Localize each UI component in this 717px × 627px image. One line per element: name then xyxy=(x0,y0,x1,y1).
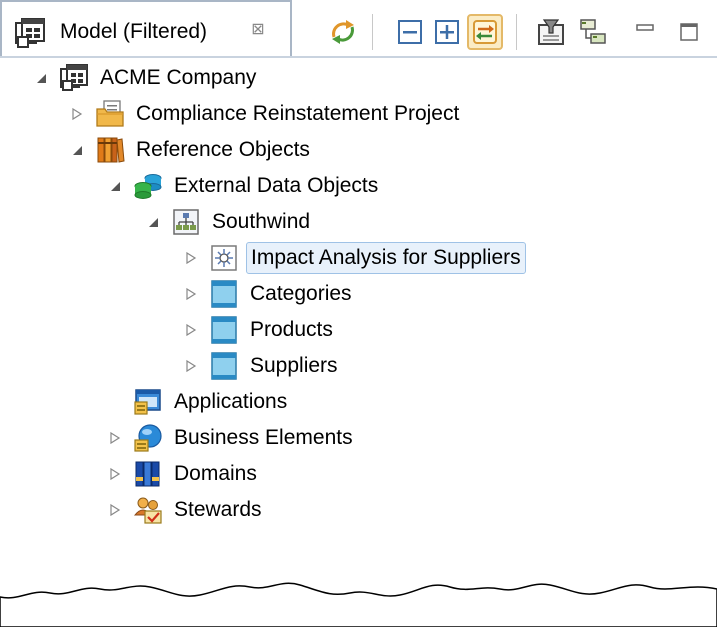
toolbar-separator xyxy=(516,14,517,50)
tree-node-suppliers[interactable]: Suppliers xyxy=(180,350,342,382)
tree-node-label: Reference Objects xyxy=(136,138,310,161)
tree-node-label: Suppliers xyxy=(250,354,338,377)
tree-node-business-elements[interactable]: Business Elements xyxy=(104,422,357,454)
tree-node-products[interactable]: Products xyxy=(180,314,337,346)
collapsed-arrow-icon[interactable] xyxy=(104,463,126,485)
torn-edge xyxy=(0,582,717,627)
tree-node-categories[interactable]: Categories xyxy=(180,278,356,310)
table-icon xyxy=(208,278,240,310)
model-tree: ACME Company Compliance Reinstatement Pr… xyxy=(0,58,717,578)
tree-node-label: Products xyxy=(250,318,333,341)
collapsed-arrow-icon[interactable] xyxy=(66,103,88,125)
tree-node-label: Impact Analysis for Suppliers xyxy=(246,242,526,274)
tree-node-label: Business Elements xyxy=(174,426,353,449)
domains-icon xyxy=(132,458,164,490)
tree-node-stewards[interactable]: Stewards xyxy=(104,494,266,526)
model-icon xyxy=(14,17,48,51)
tree-node-label: Compliance Reinstatement Project xyxy=(136,102,460,125)
expanded-arrow-icon[interactable] xyxy=(104,175,126,197)
project-folder-icon xyxy=(94,98,126,130)
tree-node-label: Domains xyxy=(174,462,257,485)
collapsed-arrow-icon[interactable] xyxy=(180,319,202,341)
panel-header: Model (Filtered) ⊠ xyxy=(0,0,717,58)
tree-node-label: Southwind xyxy=(212,210,311,233)
toolbar-separator xyxy=(372,14,373,50)
collapsed-arrow-icon[interactable] xyxy=(180,247,202,269)
hierarchy-icon[interactable] xyxy=(576,15,610,49)
model-panel: Model (Filtered) ⊠ ACME Company Complian… xyxy=(0,0,717,627)
filter-icon[interactable] xyxy=(534,15,568,49)
minimize-icon[interactable] xyxy=(628,15,662,49)
stewards-icon xyxy=(132,494,164,526)
table-icon xyxy=(208,350,240,382)
database-icon xyxy=(132,170,164,202)
collapsed-arrow-icon[interactable] xyxy=(104,499,126,521)
tab-title: Model (Filtered) xyxy=(60,20,208,43)
model-tab[interactable]: Model (Filtered) ⊠ xyxy=(0,0,292,58)
schema-icon xyxy=(170,206,202,238)
books-icon xyxy=(94,134,126,166)
expand-all-icon[interactable] xyxy=(430,15,464,49)
application-icon xyxy=(132,386,164,418)
tree-node-southwind[interactable]: Southwind xyxy=(142,206,314,238)
tree-node-compliance-reinstatement-project[interactable]: Compliance Reinstatement Project xyxy=(66,98,463,130)
impact-analysis-icon xyxy=(208,242,240,274)
expanded-arrow-icon[interactable] xyxy=(142,211,164,233)
close-icon[interactable]: ⊠ xyxy=(248,19,268,41)
tree-node-label: ACME Company xyxy=(100,66,257,89)
company-icon xyxy=(58,62,90,94)
maximize-icon[interactable] xyxy=(672,15,706,49)
business-element-icon xyxy=(132,422,164,454)
tree-node-impact-analysis-for-suppliers[interactable]: Impact Analysis for Suppliers xyxy=(180,242,526,274)
expanded-arrow-icon[interactable] xyxy=(66,139,88,161)
tree-node-reference-objects[interactable]: Reference Objects xyxy=(66,134,314,166)
tree-node-label: Categories xyxy=(250,282,352,305)
tree-node-label: External Data Objects xyxy=(174,174,379,197)
tree-node-domains[interactable]: Domains xyxy=(104,458,261,490)
collapsed-arrow-icon[interactable] xyxy=(104,427,126,449)
tree-node-label: Applications xyxy=(174,390,288,413)
sync-icon[interactable] xyxy=(326,15,360,49)
tree-node-external-data-objects[interactable]: External Data Objects xyxy=(104,170,382,202)
tree-node-applications[interactable]: Applications xyxy=(104,386,291,418)
link-with-editor-icon[interactable] xyxy=(467,14,503,50)
tree-node-label: Stewards xyxy=(174,498,262,521)
table-icon xyxy=(208,314,240,346)
collapse-all-icon[interactable] xyxy=(393,15,427,49)
tree-node-acme-company[interactable]: ACME Company xyxy=(30,62,260,94)
collapsed-arrow-icon[interactable] xyxy=(180,355,202,377)
collapsed-arrow-icon[interactable] xyxy=(180,283,202,305)
expanded-arrow-icon[interactable] xyxy=(30,67,52,89)
